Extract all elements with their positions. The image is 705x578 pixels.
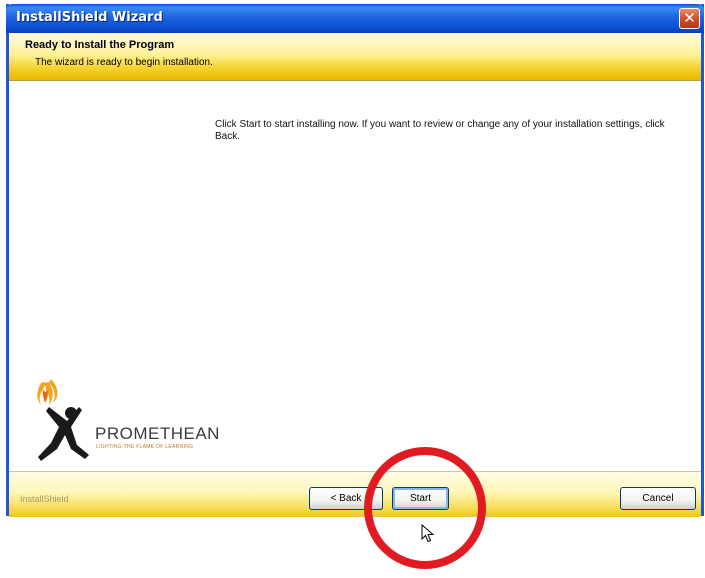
wizard-body: Click Start to start installing now. If … <box>9 81 701 471</box>
installshield-wizard-window: InstallShield Wizard ✕ Ready to Install … <box>6 4 704 517</box>
page-title: Ready to Install the Program <box>25 39 175 51</box>
promethean-logo-icon <box>37 379 89 461</box>
window-title: InstallShield Wizard <box>16 10 163 25</box>
logo-tagline: LIGHTING THE FLAME OF LEARNING <box>96 444 194 450</box>
logo-name: PROMETHEAN <box>95 424 220 443</box>
promethean-logo: PROMETHEAN LIGHTING THE FLAME OF LEARNIN… <box>27 377 247 467</box>
close-icon[interactable]: ✕ <box>679 8 700 29</box>
wizard-footer: InstallShield < Back Start Cancel <box>9 471 701 517</box>
installshield-brand-label: InstallShield <box>20 494 69 504</box>
wizard-header: Ready to Install the Program The wizard … <box>9 33 701 81</box>
page-subtitle: The wizard is ready to begin installatio… <box>35 57 213 68</box>
title-bar[interactable]: InstallShield Wizard ✕ <box>6 4 704 33</box>
highlight-annotation-circle <box>364 447 486 569</box>
instruction-text: Click Start to start installing now. If … <box>215 119 665 142</box>
cancel-button[interactable]: Cancel <box>620 487 696 510</box>
